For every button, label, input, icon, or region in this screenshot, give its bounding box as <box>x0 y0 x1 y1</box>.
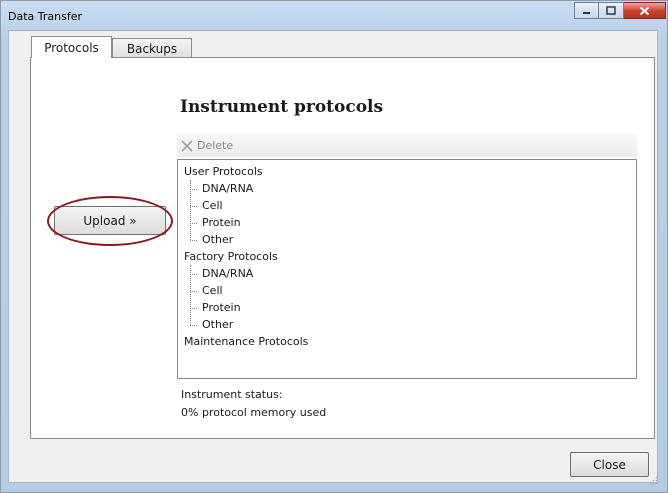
minimize-icon <box>583 12 590 14</box>
tree-item-user-other[interactable]: Other <box>202 231 233 248</box>
tree-item-factory-cell[interactable]: Cell <box>202 282 223 299</box>
delete-button[interactable]: Delete <box>180 139 233 153</box>
title-bar[interactable]: Data Transfer <box>1 1 667 31</box>
tree-connector <box>190 291 197 292</box>
instrument-status-label: Instrument status: <box>181 388 283 401</box>
close-button[interactable]: Close <box>570 452 649 477</box>
page-title: Instrument protocols <box>180 97 384 117</box>
tree-connector <box>190 308 197 309</box>
tab-protocols[interactable]: Protocols <box>31 36 112 58</box>
window-close-button[interactable] <box>624 2 666 19</box>
tree-node-maintenance-protocols[interactable]: Maintenance Protocols <box>184 333 308 350</box>
resize-grip-icon[interactable] <box>650 476 658 484</box>
protocol-memory-status: 0% protocol memory used <box>181 406 327 419</box>
tree-item-user-cell[interactable]: Cell <box>202 197 223 214</box>
tree-node-factory-protocols[interactable]: Factory Protocols <box>184 248 278 265</box>
close-icon <box>639 6 650 15</box>
tab-label: Protocols <box>44 40 99 55</box>
tree-connector <box>190 206 197 207</box>
tree-item-factory-dna-rna[interactable]: DNA/RNA <box>202 265 253 282</box>
tab-backups[interactable]: Backups <box>112 38 192 58</box>
maximize-icon <box>606 6 616 15</box>
tree-item-factory-protein[interactable]: Protein <box>202 299 241 316</box>
tree-node-user-protocols[interactable]: User Protocols <box>184 163 263 180</box>
tree-connector <box>190 325 197 326</box>
x-icon <box>181 139 193 152</box>
minimize-button[interactable] <box>574 2 599 19</box>
window-title: Data Transfer <box>8 10 82 23</box>
tree-item-user-protein[interactable]: Protein <box>202 214 241 231</box>
tree-item-user-dna-rna[interactable]: DNA/RNA <box>202 180 253 197</box>
close-label: Close <box>593 457 626 472</box>
tab-label: Backups <box>126 41 178 56</box>
tree-connector <box>190 274 197 275</box>
upload-label: Upload » <box>83 213 137 228</box>
caption-buttons <box>574 2 666 19</box>
protocol-toolbar: Delete <box>177 134 637 157</box>
tree-connector <box>190 189 197 190</box>
upload-button[interactable]: Upload » <box>54 206 166 235</box>
maximize-button[interactable] <box>599 2 624 19</box>
tree-item-factory-other[interactable]: Other <box>202 316 233 333</box>
tree-connector <box>190 240 197 241</box>
protocol-tree[interactable]: User Protocols DNA/RNA Cell Protein Othe… <box>177 159 637 379</box>
tree-connector <box>190 223 197 224</box>
delete-label: Delete <box>197 139 234 152</box>
